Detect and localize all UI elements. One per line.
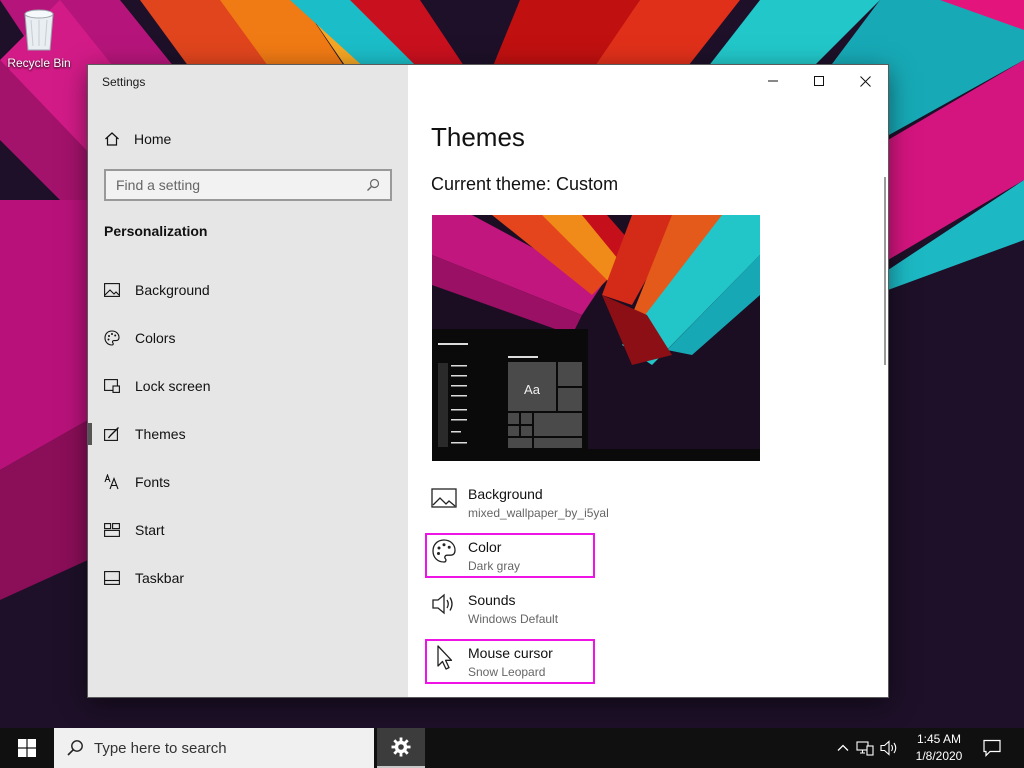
sidebar-item-colors[interactable]: Colors (88, 314, 408, 362)
windows-logo-icon (18, 739, 36, 757)
find-setting-box[interactable] (104, 169, 392, 201)
sidebar-item-fonts[interactable]: Fonts (88, 458, 408, 506)
close-icon (859, 75, 871, 87)
theme-item-sounds[interactable]: Sounds Windows Default (430, 586, 870, 639)
content-pane: Themes Current theme: Custom Aa Backgrou… (408, 65, 888, 697)
sidebar-item-taskbar[interactable]: Taskbar (88, 554, 408, 602)
clock-date: 1/8/2020 (915, 749, 963, 763)
sidebar-item-label: Taskbar (135, 570, 185, 586)
current-theme-label: Current theme: Custom (431, 174, 619, 194)
speaker-icon (432, 593, 453, 615)
recycle-bin-icon (24, 9, 54, 51)
sidebar: Settings Home Personalization Background… (88, 65, 408, 697)
taskbar-settings-app[interactable] (377, 728, 425, 768)
start-button[interactable] (0, 728, 54, 768)
sidebar-item-start[interactable]: Start (88, 506, 408, 554)
sidebar-item-label: Themes (135, 426, 186, 442)
window-title: Settings (102, 75, 146, 89)
scrollbar[interactable] (884, 177, 886, 365)
theme-item-name: Background (468, 486, 543, 502)
maximize-button[interactable] (796, 65, 842, 97)
search-icon (67, 740, 83, 756)
theme-item-name: Sounds (468, 592, 516, 608)
clock[interactable]: 1:45 AM 1/8/2020 (906, 731, 972, 765)
close-button[interactable] (842, 65, 888, 97)
system-tray (836, 728, 898, 768)
sidebar-nav: Background Colors Lock screen Themes Fon… (88, 266, 408, 602)
maximize-icon (814, 76, 824, 86)
sidebar-item-themes[interactable]: Themes (88, 410, 408, 458)
action-center-button[interactable] (972, 728, 1012, 768)
image-icon (431, 488, 457, 508)
theme-item-value: Dark gray (468, 559, 521, 573)
theme-item-name: Mouse cursor (468, 645, 553, 661)
theme-item-color[interactable]: Color Dark gray (425, 533, 870, 586)
network-icon[interactable] (856, 740, 874, 756)
chevron-up-icon[interactable] (836, 741, 850, 755)
brush-icon (104, 427, 119, 441)
theme-preview-image: Aa (432, 215, 760, 461)
page-title: Themes (431, 122, 525, 152)
section-title: Personalization (104, 223, 208, 239)
sidebar-item-label: Colors (135, 330, 176, 346)
taskbar-search-box[interactable]: Type here to search (54, 728, 374, 768)
theme-item-value: Snow Leopard (468, 665, 546, 679)
sidebar-item-label: Background (135, 282, 210, 298)
palette-icon (432, 539, 456, 563)
recycle-bin-label: Recycle Bin (7, 56, 71, 70)
theme-item-background[interactable]: Background mixed_wallpaper_by_i5yal (430, 480, 870, 533)
taskbar-icon (104, 571, 120, 585)
sidebar-item-lock-screen[interactable]: Lock screen (88, 362, 408, 410)
gear-icon (391, 737, 411, 757)
font-icon (104, 474, 119, 490)
notification-icon (983, 739, 1001, 757)
theme-item-value: Windows Default (468, 612, 559, 626)
taskbar-search-placeholder: Type here to search (94, 739, 227, 757)
sidebar-item-background[interactable]: Background (88, 266, 408, 314)
minimize-button[interactable] (750, 65, 796, 97)
theme-item-mouse-cursor[interactable]: Mouse cursor Snow Leopard (425, 639, 870, 692)
theme-settings-list: Background mixed_wallpaper_by_i5yal Colo… (425, 480, 870, 692)
theme-item-name: Color (468, 539, 502, 555)
start-icon (104, 523, 120, 537)
home-label: Home (134, 131, 172, 147)
sidebar-item-label: Fonts (135, 474, 171, 490)
home-icon (105, 132, 119, 146)
taskbar: Type here to search 1:45 AM 1/8/2020 (0, 728, 1024, 768)
theme-preview: Aa (432, 215, 760, 461)
sidebar-item-label: Start (135, 522, 165, 538)
preview-tile-text: Aa (524, 382, 541, 397)
sidebar-item-label: Lock screen (135, 378, 211, 394)
find-setting-input[interactable] (116, 177, 366, 193)
home-link[interactable]: Home (104, 128, 171, 150)
caption-buttons (750, 65, 888, 97)
minimize-icon (768, 80, 778, 82)
cursor-icon (437, 645, 453, 670)
settings-window: Settings Home Personalization Background… (88, 65, 888, 697)
theme-item-value: mixed_wallpaper_by_i5yal (468, 506, 609, 520)
image-icon (104, 283, 120, 297)
recycle-bin[interactable]: Recycle Bin (4, 6, 74, 70)
palette-icon (104, 330, 120, 346)
lock-screen-icon (104, 379, 120, 393)
clock-time: 1:45 AM (916, 732, 962, 746)
search-icon (367, 178, 380, 191)
volume-icon[interactable] (880, 740, 898, 756)
